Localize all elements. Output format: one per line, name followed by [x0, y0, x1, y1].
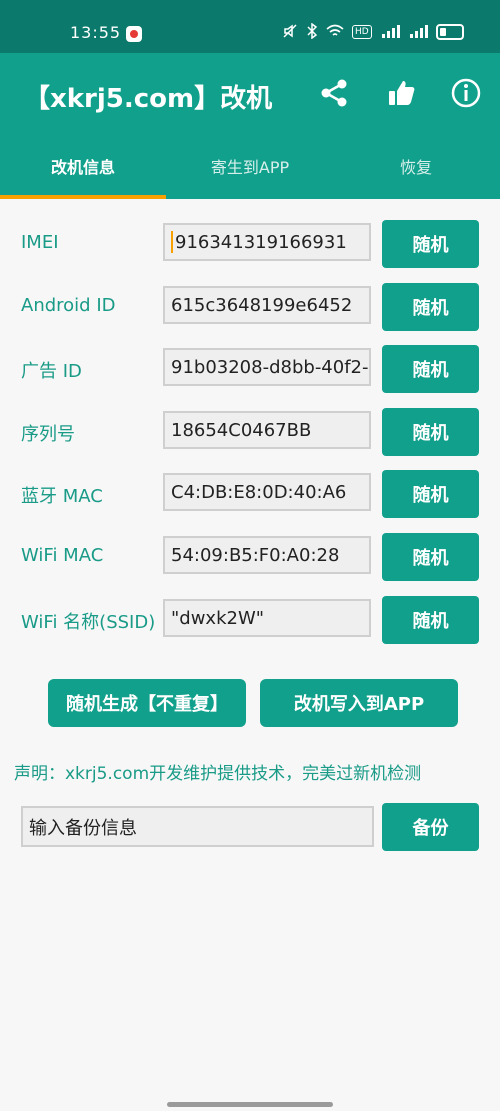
wifi-mac-field[interactable]: 54:09:B5:F0:A0:28 — [163, 536, 371, 574]
android-id-value: 615c3648199e6452 — [171, 294, 353, 316]
tab-bar: 改机信息 寄生到APP 恢复 — [0, 133, 500, 199]
imei-label: IMEI — [21, 232, 59, 253]
imei-random-button[interactable]: 随机 — [382, 220, 479, 268]
ad-id-field[interactable]: 91b03208-d8bb-40f2-8 — [163, 348, 371, 386]
recording-icon — [126, 26, 142, 42]
ssid-random-button[interactable]: 随机 — [382, 596, 479, 644]
ad-id-value: 91b03208-d8bb-40f2-8 — [171, 356, 371, 378]
imei-field[interactable]: 916341319166931 — [163, 223, 371, 261]
android-id-label: Android ID — [21, 295, 116, 316]
android-id-field[interactable]: 615c3648199e6452 — [163, 286, 371, 324]
bluetooth-icon — [306, 22, 318, 42]
status-icons: HD — [282, 22, 464, 42]
backup-button[interactable]: 备份 — [382, 803, 479, 851]
ssid-value: "dwxk2W" — [171, 607, 265, 629]
android-id-random-button[interactable]: 随机 — [382, 283, 479, 331]
wifi-mac-row: WiFi MAC 54:09:B5:F0:A0:28 随机 — [0, 533, 500, 583]
thumbs-up-icon[interactable] — [385, 77, 417, 109]
app-title: 【xkrj5.com】改机 — [24, 84, 273, 114]
imei-row: IMEI 916341319166931 随机 — [0, 220, 500, 270]
ad-id-row: 广告 ID 91b03208-d8bb-40f2-8 随机 — [0, 345, 500, 395]
bt-mac-random-button[interactable]: 随机 — [382, 470, 479, 518]
mute-icon — [282, 23, 298, 42]
notice-text: 声明：xkrj5.com开发维护提供技术，完美过新机检测 — [14, 764, 422, 784]
serial-label: 序列号 — [21, 424, 75, 445]
info-icon[interactable] — [450, 77, 482, 109]
ssid-field[interactable]: "dwxk2W" — [163, 599, 371, 637]
serial-field[interactable]: 18654C0467BB — [163, 411, 371, 449]
serial-random-button[interactable]: 随机 — [382, 408, 479, 456]
text-cursor — [171, 231, 173, 253]
battery-icon — [435, 24, 464, 40]
ssid-row: WiFi 名称(SSID) "dwxk2W" 随机 — [0, 596, 500, 646]
status-time: 13:55 — [70, 23, 122, 42]
generate-random-button[interactable]: 随机生成【不重复】 — [48, 679, 246, 727]
signal-4g-icon — [408, 24, 428, 41]
backup-input[interactable]: 输入备份信息 — [21, 806, 374, 847]
wifi-mac-label: WiFi MAC — [21, 545, 104, 566]
hd-icon: HD — [352, 25, 372, 39]
ssid-label: WiFi 名称(SSID) — [21, 612, 156, 633]
imei-value: 916341319166931 — [175, 231, 347, 253]
tab-parasite-app[interactable]: 寄生到APP — [167, 133, 333, 199]
wifi-icon — [326, 24, 344, 41]
bt-mac-value: C4:DB:E8:0D:40:A6 — [171, 481, 347, 503]
wifi-mac-value: 54:09:B5:F0:A0:28 — [171, 544, 340, 566]
android-id-row: Android ID 615c3648199e6452 随机 — [0, 283, 500, 333]
bt-mac-field[interactable]: C4:DB:E8:0D:40:A6 — [163, 473, 371, 511]
app-bar: 【xkrj5.com】改机 — [0, 53, 500, 133]
wifi-mac-random-button[interactable]: 随机 — [382, 533, 479, 581]
signal-4g-icon — [380, 24, 400, 41]
tab-indicator — [0, 195, 166, 199]
share-icon[interactable] — [318, 77, 350, 109]
backup-placeholder: 输入备份信息 — [29, 817, 137, 839]
ad-id-label: 广告 ID — [21, 361, 82, 382]
tab-device-info[interactable]: 改机信息 — [0, 133, 166, 199]
bt-mac-label: 蓝牙 MAC — [21, 486, 103, 507]
serial-row: 序列号 18654C0467BB 随机 — [0, 408, 500, 458]
serial-value: 18654C0467BB — [171, 419, 312, 441]
ad-id-random-button[interactable]: 随机 — [382, 345, 479, 393]
bt-mac-row: 蓝牙 MAC C4:DB:E8:0D:40:A6 随机 — [0, 470, 500, 520]
write-to-app-button[interactable]: 改机写入到APP — [260, 679, 458, 727]
home-indicator[interactable] — [167, 1102, 333, 1107]
status-bar: 13:55 HD — [0, 0, 500, 53]
tab-restore[interactable]: 恢复 — [333, 133, 499, 199]
